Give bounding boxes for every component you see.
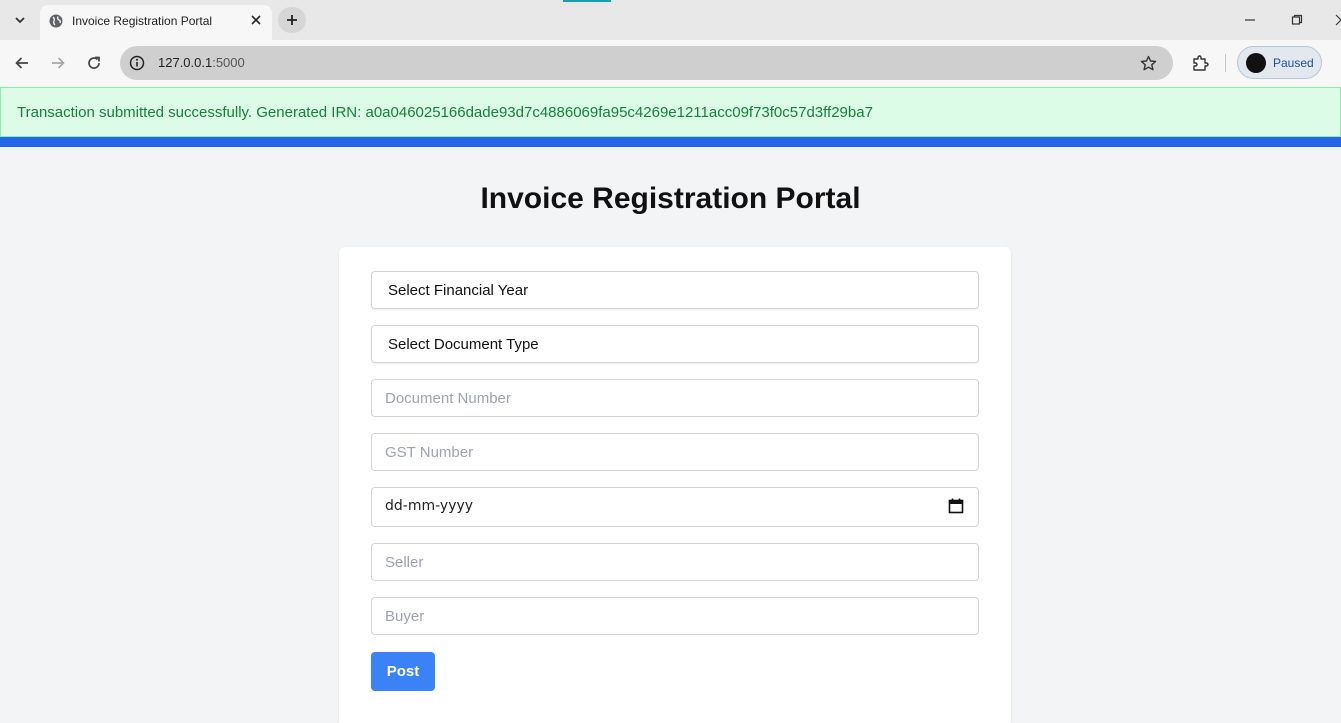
info-icon[interactable] bbox=[127, 53, 147, 73]
close-icon[interactable] bbox=[247, 11, 265, 29]
puzzle-icon[interactable] bbox=[1188, 51, 1212, 75]
tab-strip-accent bbox=[563, 0, 611, 2]
success-alert: Transaction submitted successfully. Gene… bbox=[0, 87, 1341, 137]
window-close-icon[interactable] bbox=[1329, 8, 1341, 32]
buyer-input[interactable]: Buyer bbox=[371, 597, 979, 635]
seller-input[interactable]: Seller bbox=[371, 543, 979, 581]
alert-message: Transaction submitted successfully. Gene… bbox=[17, 104, 873, 121]
invoice-form: Select Financial Year Select Document Ty… bbox=[339, 247, 1011, 723]
minimize-icon[interactable] bbox=[1238, 8, 1262, 32]
financial-year-select[interactable]: Select Financial Year bbox=[371, 271, 979, 309]
globe-icon bbox=[49, 14, 63, 28]
chevron-down-icon[interactable] bbox=[8, 8, 32, 32]
tab-strip: Invoice Registration Portal bbox=[0, 0, 1341, 40]
date-input[interactable]: dd-mm-yyyy bbox=[371, 487, 979, 527]
browser-toolbar: 127.0.0.1:5000 Paused bbox=[0, 40, 1341, 86]
buyer-placeholder: Buyer bbox=[385, 608, 425, 625]
restore-icon[interactable] bbox=[1285, 8, 1309, 32]
url-port: :5000 bbox=[212, 55, 245, 70]
profile-button[interactable]: Paused bbox=[1237, 46, 1322, 79]
plus-icon[interactable] bbox=[278, 7, 306, 33]
gst-number-placeholder: GST Number bbox=[385, 444, 474, 461]
arrow-right-icon[interactable] bbox=[46, 51, 70, 75]
calendar-icon[interactable] bbox=[948, 498, 964, 514]
date-placeholder: dd-mm-yyyy bbox=[385, 498, 474, 514]
url-text: 127.0.0.1:5000 bbox=[158, 55, 245, 70]
profile-status: Paused bbox=[1273, 56, 1314, 70]
url-host: 127.0.0.1 bbox=[158, 55, 213, 70]
page-title: Invoice Registration Portal bbox=[480, 182, 861, 215]
toolbar-divider bbox=[1225, 54, 1226, 72]
document-number-input[interactable]: Document Number bbox=[371, 379, 979, 417]
seller-placeholder: Seller bbox=[385, 554, 424, 571]
document-type-select[interactable]: Select Document Type bbox=[371, 325, 979, 363]
header-bar bbox=[0, 137, 1341, 147]
avatar bbox=[1246, 53, 1266, 73]
reload-icon[interactable] bbox=[82, 51, 106, 75]
gst-number-input[interactable]: GST Number bbox=[371, 433, 979, 471]
star-icon[interactable] bbox=[1138, 53, 1158, 73]
address-bar[interactable]: 127.0.0.1:5000 bbox=[120, 46, 1173, 80]
financial-year-selected: Select Financial Year bbox=[388, 282, 529, 299]
document-type-selected: Select Document Type bbox=[388, 336, 539, 353]
document-number-placeholder: Document Number bbox=[385, 390, 511, 407]
browser-tab[interactable]: Invoice Registration Portal bbox=[40, 5, 272, 40]
arrow-left-icon[interactable] bbox=[10, 51, 34, 75]
post-button[interactable]: Post bbox=[371, 652, 435, 691]
tab-title: Invoice Registration Portal bbox=[72, 14, 213, 28]
